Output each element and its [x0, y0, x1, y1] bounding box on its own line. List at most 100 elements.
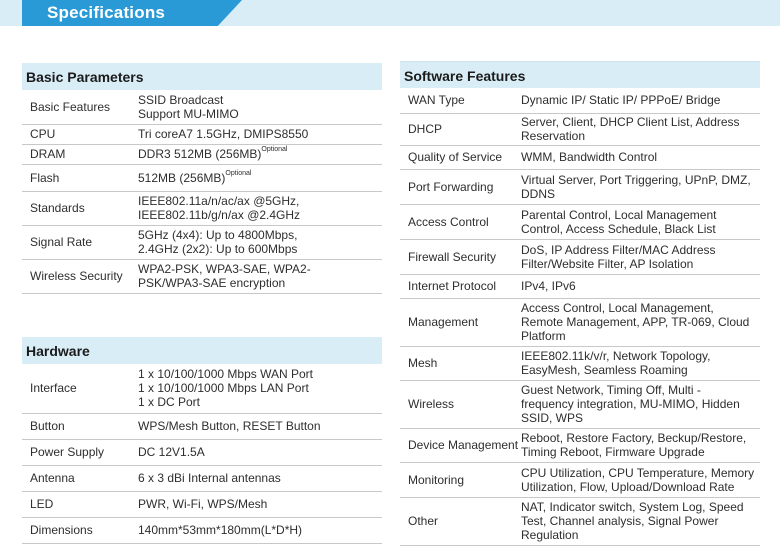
table-row: Interface 1 x 10/100/1000 Mbps WAN Port 1 …	[22, 364, 382, 414]
spec-value: IPv4, IPv6	[521, 274, 760, 299]
spec-value-line: IEEE802.11b/g/n/ax @2.4GHz	[138, 208, 301, 222]
table-row: Port Forwarding Virtual Server, Port Trig…	[400, 169, 760, 205]
section-heading: Software Features	[400, 61, 760, 88]
spec-label: Antenna	[22, 465, 138, 492]
spec-value: Guest Network, Timing Off, Multi - freque…	[521, 380, 760, 429]
table-row: Wireless Security WPA2-PSK, WPA3-SAE, WPA…	[22, 259, 382, 294]
spec-label: Management	[400, 298, 521, 347]
spec-value-line: 140mm*53mm*180mm(L*D*H)	[138, 523, 303, 537]
table-row: DHCP Server, Client, DHCP Client List, Ad…	[400, 113, 760, 146]
spec-label: DHCP	[400, 113, 521, 146]
spec-value: Tri coreA7 1.5GHz, DMIPS8550	[138, 124, 382, 145]
table-row: Other NAT, Indicator switch, System Log, …	[400, 497, 760, 546]
spec-value-line: 5GHz (4x4): Up to 4800Mbps,	[138, 228, 298, 242]
table-row: Flash 512MB (256MB)Optional	[22, 164, 382, 192]
table-row: Device Management Reboot, Restore Factory…	[400, 428, 760, 463]
spec-value-line: 512MB (256MB)Optional	[138, 169, 252, 185]
spec-value-line: PWR, Wi-Fi, WPS/Mesh	[138, 497, 268, 511]
spec-value-line: Dynamic IP/ Static IP/ PPPoE/ Bridge	[521, 93, 721, 108]
spec-value: 1 x 10/100/1000 Mbps WAN Port 1 x 10/100/…	[138, 364, 382, 414]
spec-label: Button	[22, 413, 138, 440]
optional-note: Optional	[261, 146, 288, 153]
spec-value-line: Virtual Server, Port Triggering, UPnP, D…	[521, 172, 751, 187]
spec-value: DoS, IP Address Filter/MAC Address Filter…	[521, 239, 760, 275]
spec-label: Power Supply	[22, 439, 138, 466]
spec-value-line: WPA2-PSK, WPA3-SAE, WPA2-	[138, 262, 311, 276]
spec-label: Interface	[22, 364, 138, 414]
software-features-table: WAN Type Dynamic IP/ Static IP/ PPPoE/ Br…	[400, 88, 760, 546]
spec-label: Signal Rate	[22, 225, 138, 260]
spec-value-line: DDNS	[521, 186, 556, 201]
table-row: Power Supply DC 12V1.5A	[22, 439, 382, 466]
spec-value-line: DoS, IP Address Filter/MAC Address	[521, 242, 716, 257]
spec-value: Access Control, Local Management, Remote …	[521, 298, 760, 347]
page-title: Specifications	[47, 3, 166, 22]
spec-value-line: 1 x 10/100/1000 Mbps LAN Port	[138, 381, 309, 396]
table-row: Management Access Control, Local Manageme…	[400, 298, 760, 347]
spec-value-line: Reservation	[521, 129, 586, 143]
spec-value-line: 6 x 3 dBi Internal antennas	[138, 471, 281, 485]
spec-value-line: Test, Channel analysis, Signal Power	[521, 514, 719, 528]
spec-value-line: WMM, Bandwidth Control	[521, 150, 658, 164]
spec-value: Parental Control, Local Management Contro…	[521, 204, 760, 240]
spec-value: WMM, Bandwidth Control	[521, 145, 760, 170]
table-row: DRAM DDR3 512MB (256MB)Optional	[22, 144, 382, 165]
spec-value-line: Remote Management, APP, TR-069, Cloud	[521, 315, 750, 329]
basic-parameters-section: Basic Parameters Basic Features SSID Broa…	[22, 63, 382, 294]
spec-value-line: Access Control, Local Management,	[521, 301, 714, 315]
spec-value: PWR, Wi-Fi, WPS/Mesh	[138, 491, 382, 518]
spec-value-line: Reboot, Restore Factory, Beckup/Restore,	[521, 431, 747, 445]
table-row: Signal Rate 5GHz (4x4): Up to 4800Mbps, 2.…	[22, 225, 382, 260]
spec-value: NAT, Indicator switch, System Log, Speed…	[521, 497, 760, 546]
spec-value-line: SSID, WPS	[521, 411, 584, 425]
spec-value: Reboot, Restore Factory, Beckup/Restore,…	[521, 428, 760, 463]
spec-value-line: 1 x DC Port	[138, 395, 201, 410]
table-row: Internet Protocol IPv4, IPv6	[400, 274, 760, 299]
spec-label: Firewall Security	[400, 239, 521, 275]
spec-value-line: Tri coreA7 1.5GHz, DMIPS8550	[138, 127, 309, 141]
spec-label: Quality of Service	[400, 145, 521, 170]
spec-value-line: Support MU-MIMO	[138, 106, 239, 121]
spec-value-line: Control, Access Schedule, Black List	[521, 221, 716, 236]
spec-value-line: IPv4, IPv6	[521, 279, 576, 293]
spec-value: CPU Utilization, CPU Temperature, Memory…	[521, 462, 760, 498]
spec-label: Port Forwarding	[400, 169, 521, 205]
hardware-section: Hardware Interface 1 x 10/100/1000 Mbps W…	[22, 337, 382, 544]
spec-label: Internet Protocol	[400, 274, 521, 299]
spec-label: Wireless Security	[22, 259, 138, 294]
spec-value-line: DC 12V1.5A	[138, 445, 205, 459]
spec-value: WPA2-PSK, WPA3-SAE, WPA2- PSK/WPA3-SAE en…	[138, 259, 382, 294]
spec-label: Other	[400, 497, 521, 546]
spec-value-line: IEEE802.11k/v/r, Network Topology,	[521, 349, 711, 363]
optional-note: Optional	[225, 169, 252, 177]
spec-label: Access Control	[400, 204, 521, 240]
table-row: WAN Type Dynamic IP/ Static IP/ PPPoE/ Br…	[400, 88, 760, 114]
hardware-table: Interface 1 x 10/100/1000 Mbps WAN Port 1 …	[22, 364, 382, 544]
spec-label: LED	[22, 491, 138, 518]
spec-value: 6 x 3 dBi Internal antennas	[138, 465, 382, 492]
spec-value-line: WPS/Mesh Button, RESET Button	[138, 419, 321, 433]
spec-value: Virtual Server, Port Triggering, UPnP, D…	[521, 169, 760, 205]
spec-label: Flash	[22, 164, 138, 192]
spec-value: DC 12V1.5A	[138, 439, 382, 466]
spec-value-line: CPU Utilization, CPU Temperature, Memory	[521, 465, 755, 480]
table-row: Wireless Guest Network, Timing Off, Multi…	[400, 380, 760, 429]
section-heading: Basic Parameters	[22, 63, 382, 90]
spec-value-line: SSID Broadcast	[138, 92, 224, 107]
spec-value-line: NAT, Indicator switch, System Log, Speed	[521, 500, 744, 514]
spec-label: Basic Features	[22, 90, 138, 125]
spec-label: WAN Type	[400, 88, 521, 114]
table-row: LED PWR, Wi-Fi, WPS/Mesh	[22, 491, 382, 518]
spec-value: IEEE802.11a/n/ac/ax @5GHz, IEEE802.11b/g/…	[138, 191, 382, 226]
spec-label: Device Management	[400, 428, 521, 463]
spec-value: 5GHz (4x4): Up to 4800Mbps, 2.4GHz (2x2):…	[138, 225, 382, 260]
spec-value-line: frequency integration, MU-MIMO, Hidden	[521, 397, 740, 411]
section-heading: Hardware	[22, 337, 382, 364]
table-row: Antenna 6 x 3 dBi Internal antennas	[22, 465, 382, 492]
spec-value-line: Server, Client, DHCP Client List, Addres…	[521, 115, 740, 129]
spec-value-line: 1 x 10/100/1000 Mbps WAN Port	[138, 367, 313, 382]
spec-value: Server, Client, DHCP Client List, Addres…	[521, 113, 760, 146]
spec-value-line: IEEE802.11a/n/ac/ax @5GHz,	[138, 194, 300, 208]
spec-value-line: DDR3 512MB (256MB)Optional	[138, 146, 288, 161]
spec-label: Dimensions	[22, 517, 138, 544]
